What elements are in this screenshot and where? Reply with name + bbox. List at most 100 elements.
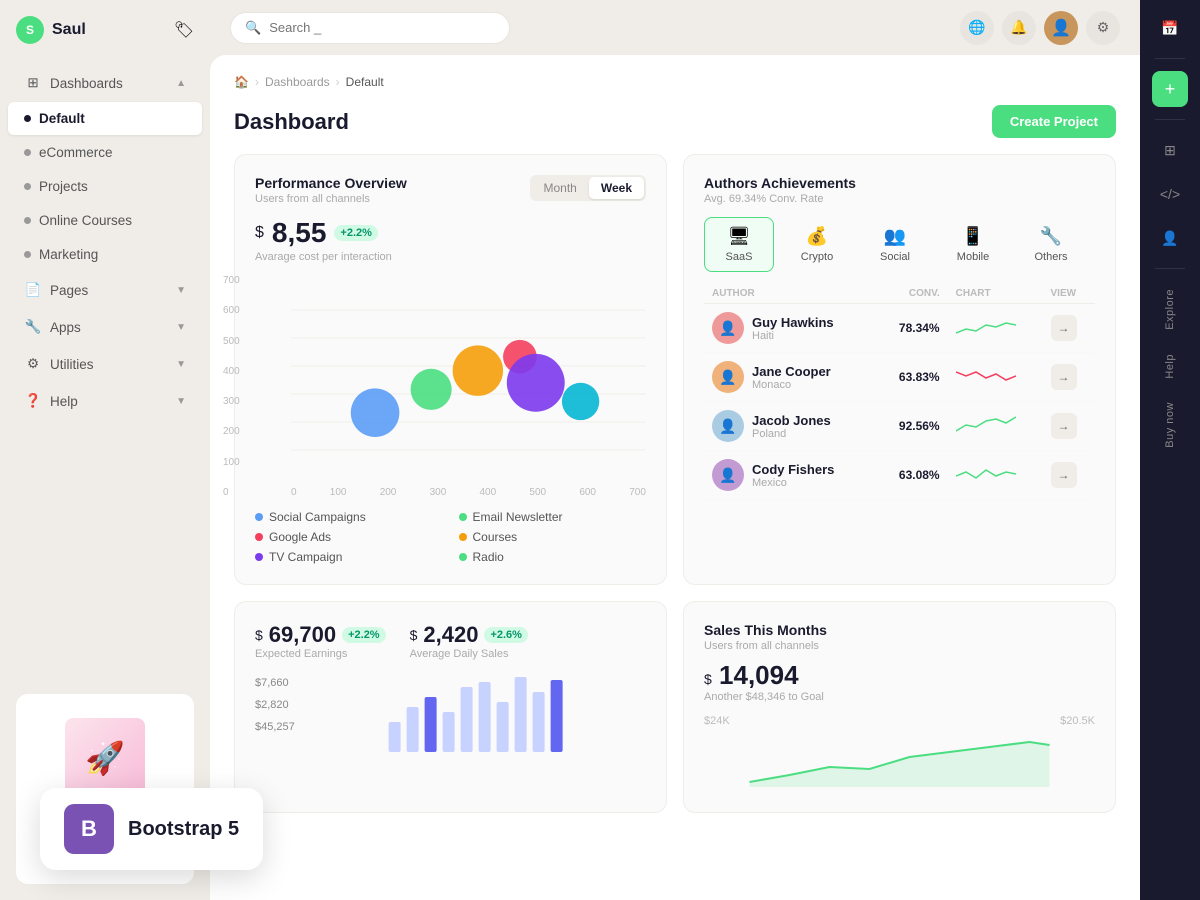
bootstrap-label: Bootstrap 5 — [128, 818, 239, 841]
notifications-icon[interactable]: 🌐 — [960, 11, 994, 45]
sidebar-header: S Saul 🏷 — [0, 0, 210, 60]
mini-chart-1 — [956, 315, 1016, 339]
author-country-1: Haiti — [752, 330, 834, 342]
social-icon: 👥 — [884, 226, 906, 247]
sidebar-item-apps[interactable]: 🔧 Apps ▼ — [8, 309, 202, 345]
sidebar-item-online-courses[interactable]: Online Courses — [8, 204, 202, 237]
sidebar-label-marketing: Marketing — [39, 247, 98, 262]
author-tab-saas[interactable]: 🖥 SaaS — [704, 217, 774, 272]
author-info-2: 👤 Jane Cooper Monaco — [712, 361, 869, 393]
performance-card: Performance Overview Users from all chan… — [234, 154, 667, 585]
utilities-icon: ⚙ — [24, 355, 42, 373]
sidebar: S Saul 🏷 ⊞ Dashboards ▲ Default eCommerc… — [0, 0, 210, 900]
rp-user-icon[interactable]: 👤 — [1152, 220, 1188, 256]
bell-icon[interactable]: 🔔 — [1002, 11, 1036, 45]
chevron-down-apps: ▼ — [176, 322, 186, 333]
sales-card: Sales This Months Users from all channel… — [683, 601, 1116, 813]
content-area: 🏠 › Dashboards › Default Dashboard Creat… — [210, 55, 1140, 900]
col-author: AUTHOR — [704, 284, 877, 304]
breadcrumb-dashboards[interactable]: Dashboards — [265, 75, 330, 89]
daily-value: $ 2,420 +2.6% — [410, 622, 528, 648]
performance-title: Performance Overview — [255, 175, 407, 191]
sales-chart — [704, 727, 1095, 787]
nav-dot-ecommerce — [24, 149, 31, 156]
sidebar-item-marketing[interactable]: Marketing — [8, 238, 202, 271]
sidebar-item-pages[interactable]: 📄 Pages ▼ — [8, 272, 202, 308]
sidebar-label-help: Help — [50, 394, 78, 409]
rp-grid-icon[interactable]: ⊞ — [1152, 132, 1188, 168]
author-tab-social[interactable]: 👥 Social — [860, 217, 930, 272]
sales-goal-text: Another $48,346 to Goal — [704, 691, 1095, 703]
sidebar-item-utilities[interactable]: ⚙ Utilities ▼ — [8, 346, 202, 382]
logo-icon: S — [16, 16, 44, 44]
sidebar-nav: ⊞ Dashboards ▲ Default eCommerce Project… — [0, 60, 210, 678]
sidebar-item-help[interactable]: ❓ Help ▼ — [8, 383, 202, 419]
sep1: › — [255, 75, 259, 89]
topbar: 🔍 🌐 🔔 👤 ⚙ — [210, 0, 1140, 55]
view-btn-3[interactable]: → — [1051, 413, 1077, 439]
legend-google-ads: Google Ads — [255, 530, 443, 544]
bubble-chart — [291, 275, 646, 485]
nav-dot-default — [24, 115, 31, 122]
search-box[interactable]: 🔍 — [230, 12, 510, 44]
sidebar-item-ecommerce[interactable]: eCommerce — [8, 136, 202, 169]
tab-week[interactable]: Week — [589, 177, 644, 199]
performance-metric-label: Avarage cost per interaction — [255, 251, 646, 263]
sidebar-item-projects[interactable]: Projects — [8, 170, 202, 203]
author-tab-crypto[interactable]: 💰 Crypto — [782, 217, 852, 272]
earnings-rows: $7,660 $2,820 $45,257 — [255, 672, 295, 757]
conv-rate-4: 63.08% — [877, 451, 948, 500]
sales-labels: $24K $20.5K — [704, 715, 1095, 727]
mini-chart-2 — [956, 364, 1016, 388]
tab-month[interactable]: Month — [532, 177, 589, 199]
sidebar-item-default[interactable]: Default — [8, 102, 202, 135]
view-btn-4[interactable]: → — [1051, 462, 1077, 488]
rp-add-icon[interactable]: + — [1152, 71, 1188, 107]
view-btn-2[interactable]: → — [1051, 364, 1077, 390]
earnings-bar-chart — [311, 672, 646, 757]
col-view: VIEW — [1043, 284, 1095, 304]
author-tab-others[interactable]: 🔧 Others — [1016, 217, 1086, 272]
rp-explore-label[interactable]: Explore — [1160, 281, 1180, 338]
saas-label: SaaS — [726, 251, 753, 263]
view-btn-1[interactable]: → — [1051, 315, 1077, 341]
create-project-button[interactable]: Create Project — [992, 105, 1116, 138]
author-name-4: Cody Fishers — [752, 462, 834, 477]
others-label: Others — [1034, 251, 1067, 263]
sidebar-label-projects: Projects — [39, 179, 88, 194]
rp-code-icon[interactable]: </> — [1152, 176, 1188, 212]
bar-chart-svg — [311, 672, 646, 752]
mobile-icon: 📱 — [962, 226, 984, 247]
rp-calendar-icon[interactable]: 📅 — [1152, 10, 1188, 46]
sidebar-label-pages: Pages — [50, 283, 88, 298]
legend-email-newsletter: Email Newsletter — [459, 510, 647, 524]
performance-subtitle: Users from all channels — [255, 193, 407, 205]
search-input[interactable] — [269, 20, 495, 35]
cards-row: Performance Overview Users from all chan… — [234, 154, 1116, 585]
rp-help-label[interactable]: Help — [1160, 346, 1180, 387]
nav-dot-courses — [24, 217, 31, 224]
avatar[interactable]: 👤 — [1044, 11, 1078, 45]
sidebar-label-utilities: Utilities — [50, 357, 94, 372]
settings-icon[interactable]: ⚙ — [1086, 11, 1120, 45]
authors-card-header: Authors Achievements Avg. 69.34% Conv. R… — [704, 175, 1095, 205]
app-logo: S Saul — [16, 16, 86, 44]
sidebar-label-online-courses: Online Courses — [39, 213, 132, 228]
author-country-4: Mexico — [752, 477, 834, 489]
mobile-label: Mobile — [957, 251, 989, 263]
main: 🔍 🌐 🔔 👤 ⚙ 🏠 › Dashboards › Default Dashb… — [210, 0, 1140, 900]
pin-icon[interactable]: 🏷 — [174, 20, 194, 40]
help-icon: ❓ — [24, 392, 42, 410]
apps-icon: 🔧 — [24, 318, 42, 336]
sidebar-label-default: Default — [39, 111, 85, 126]
app-name: Saul — [52, 21, 86, 39]
topbar-right: 🌐 🔔 👤 ⚙ — [960, 11, 1120, 45]
rp-buynow-label[interactable]: Buy now — [1160, 394, 1180, 456]
rp-divider-1 — [1155, 58, 1185, 59]
performance-card-header: Performance Overview Users from all chan… — [255, 175, 646, 205]
author-tab-mobile[interactable]: 📱 Mobile — [938, 217, 1008, 272]
sidebar-item-dashboards[interactable]: ⊞ Dashboards ▲ — [8, 65, 202, 101]
authors-title: Authors Achievements — [704, 175, 856, 191]
page-header: Dashboard Create Project — [234, 105, 1116, 138]
earnings-metrics: $ 69,700 +2.2% Expected Earnings $ 2,420… — [255, 622, 646, 660]
